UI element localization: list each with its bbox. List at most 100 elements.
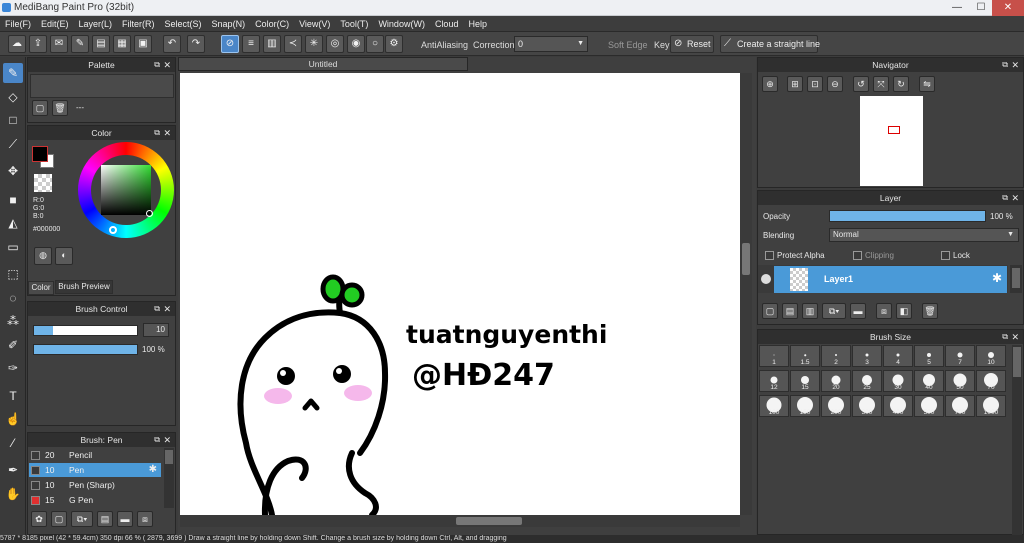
rotate-left-icon[interactable]: ↺ xyxy=(853,76,869,92)
menu-edit[interactable]: Edit(E) xyxy=(36,16,74,32)
brush-copy-icon[interactable]: ⧉▾ xyxy=(71,511,93,527)
blending-select[interactable]: Normal ▼ xyxy=(829,228,1019,242)
document-tab[interactable]: Untitled xyxy=(178,57,468,71)
delete-layer-icon[interactable]: 🗑 xyxy=(922,303,938,319)
float-icon[interactable]: ⧉ xyxy=(154,302,160,316)
magic-wand-icon[interactable]: ⁂ xyxy=(3,311,23,331)
close-icon[interactable]: ✕ xyxy=(1011,191,1019,205)
bucket-tool-icon[interactable]: ◭ xyxy=(3,213,23,233)
eyedropper-icon[interactable]: ✒ xyxy=(3,460,23,480)
layer-properties-icon[interactable]: ◧ xyxy=(896,303,912,319)
navigator-thumbnail[interactable] xyxy=(860,96,923,186)
brush-size-700[interactable]: 700 xyxy=(945,395,975,417)
zoom-fit-icon[interactable]: ⊞ xyxy=(787,76,803,92)
brush-size-70[interactable]: 70 xyxy=(976,370,1006,392)
correction-select[interactable]: 0 ▼ xyxy=(514,36,588,52)
redo-icon[interactable]: ↷ xyxy=(187,35,205,53)
straight-line-button[interactable]: ⟋ Create a straight line xyxy=(720,35,820,53)
panel-icon[interactable]: ▣ xyxy=(134,35,152,53)
navigator-view-rect[interactable] xyxy=(888,126,900,134)
layer-row-layer1[interactable]: Layer1 ✱ xyxy=(774,266,1007,293)
close-icon[interactable]: ✕ xyxy=(163,433,171,447)
fit-window-icon[interactable]: ⤧ xyxy=(873,76,889,92)
snap-settings-icon[interactable]: ⚙ xyxy=(385,35,403,53)
material-icon[interactable]: ▦ xyxy=(113,35,131,53)
drawing-canvas[interactable]: tuatnguyenthi @HĐ247 xyxy=(180,73,740,515)
lock-checkbox[interactable] xyxy=(941,251,950,260)
parallel-snap-icon[interactable]: ≡ xyxy=(242,35,260,53)
grid-snap-icon[interactable]: ▥ xyxy=(263,35,281,53)
float-icon[interactable]: ⧉ xyxy=(1002,58,1008,72)
new-8bit-layer-icon[interactable]: ▥ xyxy=(802,303,818,319)
brush-settings-icon[interactable]: ▤ xyxy=(97,511,113,527)
brush-size-value[interactable]: 10 xyxy=(143,323,169,337)
brush-size-3[interactable]: 3 xyxy=(852,345,882,367)
perspective-snap-icon[interactable]: ≺ xyxy=(284,35,302,53)
fill-rect-tool-icon[interactable]: ■ xyxy=(3,190,23,210)
maximize-button[interactable]: ☐ xyxy=(968,0,994,16)
palette-swatch-area[interactable] xyxy=(30,74,174,98)
menu-select[interactable]: Select(S) xyxy=(160,16,207,32)
rectangle-tool-icon[interactable]: □ xyxy=(3,110,23,130)
vertical-scroll-thumb[interactable] xyxy=(742,243,750,275)
brush-size-1[interactable]: 1 xyxy=(759,345,789,367)
brush-duplicate-icon[interactable]: ⧈ xyxy=(137,511,153,527)
close-icon[interactable]: ✕ xyxy=(163,126,171,140)
brush-item-pen-sharp[interactable]: 10 Pen (Sharp) xyxy=(29,478,161,492)
brush-size-150[interactable]: 150 xyxy=(790,395,820,417)
brush-size-300[interactable]: 300 xyxy=(852,395,882,417)
close-icon[interactable]: ✕ xyxy=(1011,330,1019,344)
brush-add-icon[interactable]: ✿ xyxy=(31,511,47,527)
canvas-horizontal-scrollbar[interactable] xyxy=(180,515,740,527)
gradient-tool-icon[interactable]: ▭ xyxy=(3,237,23,257)
brush-size-30[interactable]: 30 xyxy=(883,370,913,392)
radial-snap-icon[interactable]: ✳ xyxy=(305,35,323,53)
color-history-icon[interactable]: ◐ xyxy=(55,247,73,265)
transparent-color-swatch[interactable] xyxy=(34,174,52,192)
menu-help[interactable]: Help xyxy=(463,16,492,32)
zoom-in-icon[interactable]: ⊕ xyxy=(762,76,778,92)
brush-opacity-slider[interactable] xyxy=(33,344,138,355)
minimize-button[interactable]: — xyxy=(944,0,970,16)
hand-tool-icon[interactable]: ✋ xyxy=(3,484,23,504)
new-layer-icon[interactable]: ▢ xyxy=(762,303,778,319)
float-icon[interactable]: ⧉ xyxy=(154,126,160,140)
brush-size-15[interactable]: 15 xyxy=(790,370,820,392)
hue-picker-cursor[interactable] xyxy=(109,226,117,234)
brush-size-12[interactable]: 12 xyxy=(759,370,789,392)
brush-size-2[interactable]: 2 xyxy=(821,345,851,367)
saturation-value-square[interactable] xyxy=(101,165,151,215)
tab-color[interactable]: Color xyxy=(28,281,54,295)
merge-down-icon[interactable]: ⧈ xyxy=(876,303,892,319)
layer-opacity-slider[interactable] xyxy=(829,210,986,222)
brush-folder-icon[interactable]: ▬ xyxy=(117,511,133,527)
brush-size-1000[interactable]: 1000 xyxy=(976,395,1006,417)
brush-size-25[interactable]: 25 xyxy=(852,370,882,392)
new-halftone-layer-icon[interactable]: ▤ xyxy=(782,303,798,319)
layer-visibility-icon[interactable] xyxy=(761,274,771,284)
float-icon[interactable]: ⧉ xyxy=(154,433,160,447)
horizontal-scroll-thumb[interactable] xyxy=(456,517,522,525)
float-icon[interactable]: ⧉ xyxy=(154,58,160,72)
brush-size-40[interactable]: 40 xyxy=(914,370,944,392)
menu-filter[interactable]: Filter(R) xyxy=(117,16,160,32)
brush-size-200[interactable]: 200 xyxy=(821,395,851,417)
brush-item-pencil[interactable]: 20 Pencil xyxy=(29,448,161,462)
brush-size-20[interactable]: 20 xyxy=(821,370,851,392)
menu-file[interactable]: File(F) xyxy=(0,16,36,32)
layer-scrollbar[interactable] xyxy=(1010,265,1022,293)
brush-new-icon[interactable]: ▢ xyxy=(51,511,67,527)
zoom-actual-icon[interactable]: ⊡ xyxy=(807,76,823,92)
close-icon[interactable]: ✕ xyxy=(163,58,171,72)
brush-size-4[interactable]: 4 xyxy=(883,345,913,367)
move-tool-icon[interactable]: ✥ xyxy=(3,161,23,181)
brush-size-1-5[interactable]: 1.5 xyxy=(790,345,820,367)
brush-settings-gear-icon[interactable]: ✱ xyxy=(149,463,157,477)
brush-size-scrollbar[interactable] xyxy=(1012,345,1022,535)
float-icon[interactable]: ⧉ xyxy=(1002,330,1008,344)
divide-tool-icon[interactable]: ⁄ xyxy=(3,433,23,453)
menu-snap[interactable]: Snap(N) xyxy=(207,16,251,32)
menu-cloud[interactable]: Cloud xyxy=(430,16,464,32)
brush-item-pen[interactable]: 10 Pen ✱ xyxy=(29,463,161,477)
tab-brush-preview[interactable]: Brush Preview xyxy=(55,280,113,294)
